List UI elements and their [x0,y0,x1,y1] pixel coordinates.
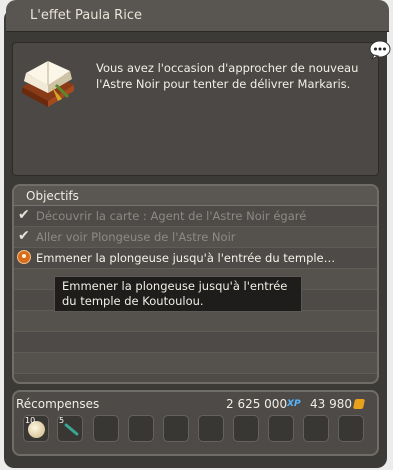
reward-slot-empty[interactable] [128,415,154,442]
objective-row-3[interactable]: Emmener la plongeuse jusqu'à l'entrée du… [14,248,377,269]
empty-row [14,353,377,374]
quest-description: Vous avez l'occasion d'approcher de nouv… [96,61,359,91]
wand-icon [64,422,79,437]
checkmark-icon: ✔ [18,228,30,244]
objective-label: Aller voir Plongeuse de l'Astre Noir [36,230,236,244]
empty-row [14,332,377,353]
window-title: L'effet Paula Rice [30,8,142,23]
reward-slot-empty[interactable] [93,415,119,442]
reward-slot-empty[interactable] [338,415,364,442]
objective-tooltip: Emmener la plongeuse jusqu'à l'entrée du… [54,276,302,312]
title-bar[interactable]: L'effet Paula Rice [6,0,389,32]
objectives-title: Objectifs [26,189,79,203]
xp-value: 2 625 000 [226,397,288,411]
rewards-label: Récompenses [16,397,100,411]
objective-row-1[interactable]: ✔ Découvrir la carte : Agent de l'Astre … [14,206,377,227]
quest-book-icon [22,61,74,107]
objectives-header: Objectifs [14,186,377,206]
checkmark-icon: ✔ [18,207,30,223]
objective-label: Emmener la plongeuse jusqu'à l'entrée du… [36,251,336,265]
item-count: 5 [59,416,65,425]
xp-tag: XP [287,399,301,409]
reward-slot-2[interactable]: 5 [57,415,83,442]
kamas-value: 43 980 [310,397,352,411]
empty-row [14,311,377,332]
item-count: 10 [25,416,36,425]
reward-slot-empty[interactable] [303,415,329,442]
reward-slot-empty[interactable] [233,415,259,442]
objective-row-2[interactable]: ✔ Aller voir Plongeuse de l'Astre Noir [14,227,377,248]
reward-slot-empty[interactable] [268,415,294,442]
objective-label: Découvrir la carte : Agent de l'Astre No… [36,209,307,223]
reward-slot-1[interactable]: 10 [23,415,49,442]
quest-target-icon [17,250,31,264]
reward-slot-empty[interactable] [198,415,224,442]
speech-bubble-icon[interactable] [369,40,391,60]
reward-slot-empty[interactable] [163,415,189,442]
